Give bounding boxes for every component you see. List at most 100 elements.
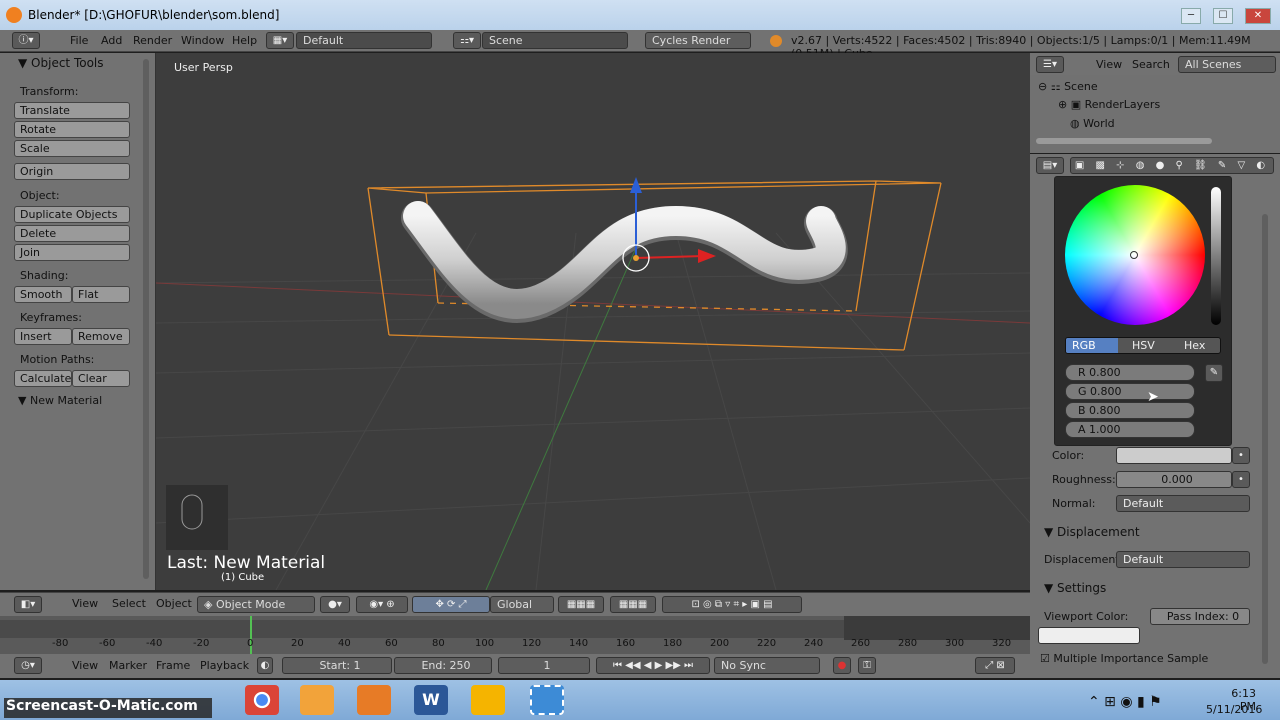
outliner-menu-view[interactable]: View bbox=[1096, 58, 1122, 71]
eyedropper-icon[interactable]: ✎ bbox=[1205, 364, 1223, 382]
recorder-icon[interactable] bbox=[471, 685, 505, 715]
tab-hsv[interactable]: HSV bbox=[1118, 338, 1170, 353]
current-frame-field[interactable]: 1 bbox=[498, 657, 590, 674]
new-material-panel[interactable]: ▼ New Material bbox=[18, 394, 102, 407]
timeline-editor-icon[interactable]: ◷▾ bbox=[14, 657, 42, 674]
properties-editor-icon[interactable]: ▤▾ bbox=[1036, 157, 1064, 174]
tab-rgb[interactable]: RGB bbox=[1066, 338, 1118, 353]
menu-window[interactable]: Window bbox=[181, 34, 224, 47]
end-frame-field[interactable]: End: 250 bbox=[394, 657, 492, 674]
pivot-dropdown[interactable]: ◉▾ ⊕ bbox=[356, 596, 408, 613]
settings-panel-header[interactable]: ▼ Settings bbox=[1044, 581, 1106, 595]
smooth-button[interactable]: Smooth bbox=[14, 286, 72, 303]
playback-controls[interactable]: ⏮ ◀◀ ◀ ▶ ▶▶ ⏭ bbox=[596, 657, 710, 674]
keying-set-icon[interactable]: ⚿ bbox=[858, 657, 876, 674]
app-icon[interactable] bbox=[300, 685, 334, 715]
menu-render[interactable]: Render bbox=[133, 34, 172, 47]
alpha-slider[interactable]: A 1.000 bbox=[1065, 421, 1195, 438]
normal-dropdown[interactable]: Default bbox=[1116, 495, 1250, 512]
clear-button[interactable]: Clear bbox=[72, 370, 130, 387]
orientation-dropdown[interactable]: Global bbox=[490, 596, 554, 613]
info-editor-icon[interactable]: ⓘ▾ bbox=[12, 32, 40, 49]
maximize-button[interactable]: ☐ bbox=[1213, 8, 1233, 24]
multiple-importance-checkbox[interactable]: ☑ Multiple Importance Sample bbox=[1040, 652, 1208, 665]
duplicate-objects-button[interactable]: Duplicate Objects bbox=[14, 206, 130, 223]
manipulator-toggles[interactable]: ✥ ⟳ ⤢ bbox=[412, 596, 490, 613]
sync-dropdown[interactable]: No Sync bbox=[714, 657, 820, 674]
origin-button[interactable]: Origin bbox=[14, 163, 130, 180]
properties-context-tabs[interactable]: ▣ ▩ ⊹ ◍ ● ⚲ ⛓ ✎ ▽ ◐ bbox=[1070, 157, 1274, 174]
timeline-menu-frame[interactable]: Frame bbox=[156, 659, 190, 672]
delete-button[interactable]: Delete bbox=[14, 225, 130, 242]
outliner[interactable]: ☰▾ View Search All Scenes ⊖ ⚏ Scene ⊕ ▣ … bbox=[1030, 53, 1280, 153]
record-icon[interactable]: ● bbox=[833, 657, 851, 674]
menu-view[interactable]: View bbox=[72, 597, 98, 610]
color-picker-popup[interactable]: RGB HSV Hex R 0.800 G 0.800 B 0.800 A 1.… bbox=[1054, 176, 1232, 446]
chrome-icon[interactable] bbox=[245, 685, 279, 715]
start-frame-field[interactable]: Start: 1 bbox=[282, 657, 392, 674]
outliner-menu-search[interactable]: Search bbox=[1132, 58, 1170, 71]
snipping-icon[interactable] bbox=[530, 685, 564, 715]
color-wheel-cursor[interactable] bbox=[1130, 251, 1138, 259]
blue-slider[interactable]: B 0.800 bbox=[1065, 402, 1195, 419]
layout-icon[interactable]: ▦▾ bbox=[266, 32, 294, 49]
properties-scrollbar[interactable] bbox=[1262, 214, 1268, 664]
timeline-menu-view[interactable]: View bbox=[72, 659, 98, 672]
curve-object[interactable] bbox=[403, 201, 846, 319]
viewport-color-swatch[interactable] bbox=[1038, 627, 1140, 644]
roughness-slider[interactable]: 0.000 bbox=[1116, 471, 1232, 488]
roughness-link-icon[interactable]: • bbox=[1232, 471, 1250, 488]
snap-tools[interactable]: ⊡ ◎ ⧉ ▿ ⌗ ▸ ▣ ▤ bbox=[662, 596, 802, 613]
insert-keyframe-button[interactable]: Insert bbox=[14, 328, 72, 345]
outliner-filter-dropdown[interactable]: All Scenes bbox=[1178, 56, 1276, 73]
preview-range-icon[interactable]: ◐ bbox=[257, 657, 273, 674]
menu-object[interactable]: Object bbox=[156, 597, 192, 610]
red-slider[interactable]: R 0.800 bbox=[1065, 364, 1195, 381]
green-slider[interactable]: G 0.800 bbox=[1065, 383, 1195, 400]
menu-add[interactable]: Add bbox=[101, 34, 122, 47]
color-link-icon[interactable]: • bbox=[1232, 447, 1250, 464]
editor-type-icon[interactable]: ◧▾ bbox=[14, 596, 42, 613]
calculate-button[interactable]: Calculate bbox=[14, 370, 72, 387]
outliner-editor-icon[interactable]: ☰▾ bbox=[1036, 56, 1064, 73]
displacement-panel-header[interactable]: ▼ Displacement bbox=[1044, 525, 1140, 539]
menu-help[interactable]: Help bbox=[232, 34, 257, 47]
layout-field[interactable]: Default bbox=[296, 32, 432, 49]
tab-hex[interactable]: Hex bbox=[1170, 338, 1220, 353]
close-button[interactable]: ✕ bbox=[1245, 8, 1271, 24]
outliner-row-renderlayers[interactable]: ⊕ ▣ RenderLayers bbox=[1058, 98, 1160, 111]
menu-select[interactable]: Select bbox=[112, 597, 146, 610]
scene-field[interactable]: Scene bbox=[482, 32, 628, 49]
outliner-row-world[interactable]: ◍ World bbox=[1070, 117, 1115, 130]
tool-shelf-scrollbar[interactable] bbox=[143, 59, 149, 579]
translate-button[interactable]: Translate bbox=[14, 102, 130, 119]
timeline-menu-playback[interactable]: Playback bbox=[200, 659, 249, 672]
layers-grid-1[interactable]: ▦▦▦ bbox=[558, 596, 604, 613]
keyframe-tools-icon[interactable]: ⤢ ⊠ bbox=[975, 657, 1015, 674]
outliner-row-scene[interactable]: ⊖ ⚏ Scene bbox=[1038, 80, 1098, 93]
scale-button[interactable]: Scale bbox=[14, 140, 130, 157]
pass-index-field[interactable]: Pass Index: 0 bbox=[1150, 608, 1250, 625]
x-axis-manipulator[interactable] bbox=[635, 255, 705, 259]
remove-keyframe-button[interactable]: Remove bbox=[72, 328, 130, 345]
timeline[interactable]: -80 -60 -40 -20 0 20 40 60 80 100 120 14… bbox=[0, 616, 1030, 656]
blender-taskbar-icon[interactable] bbox=[357, 685, 391, 715]
minimize-button[interactable]: ─ bbox=[1181, 8, 1201, 24]
value-slider[interactable] bbox=[1211, 187, 1221, 325]
layers-grid-2[interactable]: ▦▦▦ bbox=[610, 596, 656, 613]
clock-date[interactable]: 5/11/2016 bbox=[1206, 703, 1262, 716]
tray-icons[interactable]: ⌃ ⊞ ◉ ▮ ⚑ bbox=[1088, 694, 1162, 710]
color-swatch[interactable] bbox=[1116, 447, 1232, 464]
flat-button[interactable]: Flat bbox=[72, 286, 130, 303]
x-arrow-icon[interactable] bbox=[698, 249, 716, 263]
mode-dropdown[interactable]: ◈ Object Mode bbox=[197, 596, 315, 613]
displacement-dropdown[interactable]: Default bbox=[1116, 551, 1250, 568]
word-icon[interactable]: W bbox=[414, 685, 448, 715]
scene-icon[interactable]: ⚏▾ bbox=[453, 32, 481, 49]
timeline-menu-marker[interactable]: Marker bbox=[109, 659, 147, 672]
menu-file[interactable]: File bbox=[70, 34, 88, 47]
rotate-button[interactable]: Rotate bbox=[14, 121, 130, 138]
join-button[interactable]: Join bbox=[14, 244, 130, 261]
render-engine-dropdown[interactable]: Cycles Render bbox=[645, 32, 751, 49]
shading-dropdown[interactable]: ●▾ bbox=[320, 596, 350, 613]
